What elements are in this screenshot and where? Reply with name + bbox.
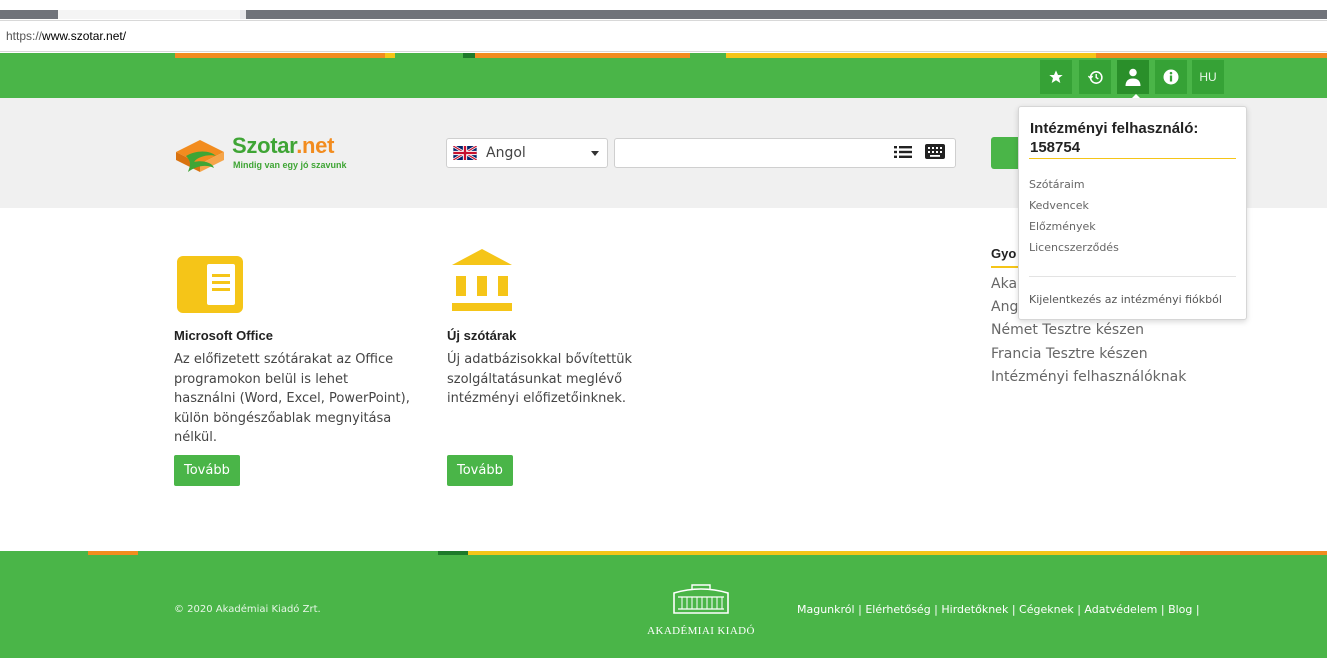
quick-link[interactable]: Ang — [991, 299, 1018, 315]
footer: © 2020 Akadémiai Kiadó Zrt. AKADÉMIAI KI… — [0, 555, 1327, 658]
info-icon — [1163, 69, 1179, 85]
feature-description-line: Az előfizetett szótárakat az Office — [174, 352, 394, 367]
quick-links-underline — [991, 266, 1021, 268]
institution-icon — [452, 249, 512, 311]
keyboard-icon[interactable] — [925, 144, 945, 159]
language-select-value: Angol — [486, 145, 526, 161]
feature-description-line: nélkül. — [174, 430, 217, 445]
feature-description-line: intézményi előfizetőinknek. — [447, 391, 627, 406]
copyright-text: © 2020 Akadémiai Kiadó Zrt. — [174, 604, 321, 615]
quick-link-french-test[interactable]: Francia Tesztre készen — [991, 346, 1148, 362]
history-icon — [1087, 70, 1103, 84]
uk-flag-icon — [453, 146, 477, 160]
divider — [1029, 158, 1236, 159]
url-scheme: https:// — [6, 29, 43, 43]
menu-item-license[interactable]: Licencszerződés — [1029, 241, 1119, 254]
history-button[interactable] — [1079, 60, 1111, 94]
footer-link-contact[interactable]: Elérhetőség — [865, 603, 930, 616]
menu-item-my-dictionaries[interactable]: Szótáraim — [1029, 178, 1085, 191]
feature-description-line: Új adatbázisokkal bővítettük — [447, 352, 633, 367]
footer-link-advertisers[interactable]: Hirdetőknek — [941, 603, 1008, 616]
star-icon — [1049, 70, 1063, 83]
logo-name-suffix: .net — [296, 133, 335, 158]
quick-link-institutional-users[interactable]: Intézményi felhasználóknak — [991, 369, 1186, 385]
user-icon — [1125, 68, 1141, 86]
user-menu-dropdown: Intézményi felhasználó: 158754 Szótáraim… — [1018, 106, 1247, 320]
user-menu-button[interactable] — [1117, 60, 1149, 102]
logo-text: Szotar.net — [232, 133, 334, 159]
feature-description-line: szolgáltatásunkat meglévő — [447, 371, 623, 387]
feature-description-office: Az előfizetett szótárakat az Office prog… — [174, 350, 410, 448]
document-icon — [177, 256, 243, 313]
browser-tab-strip — [0, 0, 1327, 19]
feature-title-new-dictionaries: Új szótárak — [447, 328, 517, 343]
url-text[interactable]: https://www.szotar.net/ — [6, 29, 126, 43]
logout-link[interactable]: Kijelentkezés az intézményi fiókból — [1029, 293, 1222, 306]
info-button[interactable] — [1155, 60, 1187, 94]
office-more-button[interactable]: Tovább — [174, 455, 240, 486]
logo-emblem-icon — [176, 140, 224, 172]
browser-tab-active[interactable] — [58, 10, 244, 19]
building-icon — [673, 584, 729, 614]
footer-link-privacy[interactable]: Adatvédelem — [1084, 603, 1157, 616]
new-dictionaries-more-button[interactable]: Tovább — [447, 455, 513, 486]
language-select[interactable]: Angol — [446, 138, 608, 168]
menu-item-favorites[interactable]: Kedvencek — [1029, 199, 1089, 212]
favorites-button[interactable] — [1040, 60, 1072, 94]
divider — [1029, 276, 1236, 277]
feature-description-line: programokon belül is lehet — [174, 371, 349, 387]
list-icon[interactable] — [894, 145, 912, 159]
feature-title-office: Microsoft Office — [174, 328, 273, 343]
publisher-logo[interactable]: AKADÉMIAI KIADÓ — [645, 583, 757, 645]
feature-description-new-dictionaries: Új adatbázisokkal bővítettük szolgáltatá… — [447, 350, 632, 409]
footer-link-companies[interactable]: Cégeknek — [1019, 603, 1074, 616]
logo-tagline: Mindig van egy jó szavunk — [233, 160, 347, 170]
menu-item-history[interactable]: Előzmények — [1029, 220, 1096, 233]
site-logo[interactable]: Szotar.net Mindig van egy jó szavunk — [172, 130, 372, 180]
logo-name-main: Szotar — [232, 133, 297, 158]
feature-description-line: használni (Word, Excel, PowerPoint), — [174, 391, 410, 406]
footer-links: Magunkról | Elérhetőség | Hirdetőknek | … — [797, 603, 1200, 616]
footer-link-blog[interactable]: Blog — [1168, 603, 1192, 616]
browser-tab-bar-fill — [246, 10, 1327, 19]
url-domain: www.szotar.net/ — [42, 29, 127, 43]
language-switch-button[interactable]: HU — [1192, 60, 1224, 94]
quick-link-german-test[interactable]: Német Tesztre készen — [991, 322, 1144, 338]
quick-link[interactable]: Aka — [991, 276, 1017, 292]
feature-description-line: külön böngészőablak megnyitása — [174, 410, 392, 426]
footer-link-about[interactable]: Magunkról — [797, 603, 855, 616]
user-menu-title: Intézményi felhasználó: 158754 — [1030, 120, 1199, 156]
browser-tab[interactable] — [0, 10, 58, 19]
top-navigation-bar: HU — [0, 58, 1327, 102]
chevron-down-icon — [591, 151, 599, 156]
address-bar[interactable]: https://www.szotar.net/ — [0, 20, 1327, 52]
publisher-name: AKADÉMIAI KIADÓ — [647, 625, 755, 637]
quick-links-title: Gyo — [991, 246, 1017, 261]
